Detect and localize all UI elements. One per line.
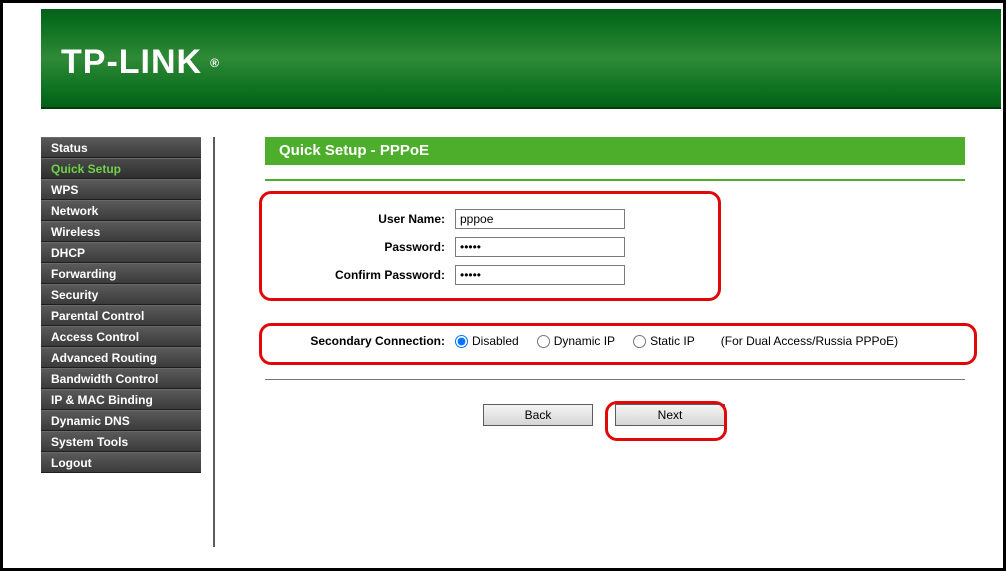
sidebar-item-network[interactable]: Network (41, 200, 201, 221)
radio-dynamic-ip[interactable]: Dynamic IP (537, 334, 615, 348)
content-area: TP-LINK ® StatusQuick SetupWPSNetworkWire… (41, 9, 1001, 569)
sidebar-item-advanced-routing[interactable]: Advanced Routing (41, 347, 201, 368)
brand-logo: TP-LINK ® (61, 43, 220, 82)
sidebar-item-status[interactable]: Status (41, 137, 201, 158)
row-username: User Name: (265, 205, 991, 233)
password-label: Password: (265, 240, 455, 254)
radio-dynamic-ip-label: Dynamic IP (554, 334, 615, 348)
separator (265, 379, 965, 380)
secondary-connection-label: Secondary Connection: (265, 334, 455, 348)
button-row: Back Next (265, 404, 991, 426)
sidebar-item-access-control[interactable]: Access Control (41, 326, 201, 347)
radio-static-ip-label: Static IP (650, 334, 695, 348)
app-frame: TP-LINK ® StatusQuick SetupWPSNetworkWire… (0, 0, 1006, 571)
form-area: User Name: Password: Confirm Password: S… (265, 205, 991, 426)
back-button[interactable]: Back (483, 404, 593, 426)
row-secondary-connection: Secondary Connection: Disabled Dynamic I… (265, 327, 991, 355)
sidebar-item-parental-control[interactable]: Parental Control (41, 305, 201, 326)
row-password: Password: (265, 233, 991, 261)
secondary-connection-options: Disabled Dynamic IP Static IP (For Dual … (455, 334, 898, 348)
registered-mark: ® (210, 56, 220, 70)
sidebar-item-logout[interactable]: Logout (41, 452, 201, 473)
sidebar-item-quick-setup[interactable]: Quick Setup (41, 158, 201, 179)
radio-disabled[interactable]: Disabled (455, 334, 519, 348)
sidebar: StatusQuick SetupWPSNetworkWirelessDHCPF… (41, 109, 201, 569)
radio-static-ip-input[interactable] (633, 335, 646, 348)
secondary-note: (For Dual Access/Russia PPPoE) (721, 334, 898, 348)
next-button[interactable]: Next (615, 404, 725, 426)
sidebar-item-bandwidth-control[interactable]: Bandwidth Control (41, 368, 201, 389)
page-title: Quick Setup - PPPoE (265, 137, 965, 165)
radio-disabled-input[interactable] (455, 335, 468, 348)
radio-dynamic-ip-input[interactable] (537, 335, 550, 348)
main-panel: Quick Setup - PPPoE User Name: Password: (215, 109, 1001, 569)
row-confirm: Confirm Password: (265, 261, 991, 289)
columns: StatusQuick SetupWPSNetworkWirelessDHCPF… (41, 109, 1001, 569)
title-underline (265, 179, 965, 181)
header-banner: TP-LINK ® (41, 9, 1001, 109)
sidebar-item-system-tools[interactable]: System Tools (41, 431, 201, 452)
sidebar-item-dynamic-dns[interactable]: Dynamic DNS (41, 410, 201, 431)
username-label: User Name: (265, 212, 455, 226)
sidebar-item-wps[interactable]: WPS (41, 179, 201, 200)
sidebar-item-forwarding[interactable]: Forwarding (41, 263, 201, 284)
sidebar-item-dhcp[interactable]: DHCP (41, 242, 201, 263)
sidebar-item-wireless[interactable]: Wireless (41, 221, 201, 242)
radio-static-ip[interactable]: Static IP (633, 334, 695, 348)
confirm-password-input[interactable] (455, 265, 625, 285)
radio-disabled-label: Disabled (472, 334, 519, 348)
brand-text: TP-LINK (61, 43, 202, 82)
sidebar-item-security[interactable]: Security (41, 284, 201, 305)
confirm-password-label: Confirm Password: (265, 268, 455, 282)
password-input[interactable] (455, 237, 625, 257)
sidebar-item-ip-mac-binding[interactable]: IP & MAC Binding (41, 389, 201, 410)
username-input[interactable] (455, 209, 625, 229)
